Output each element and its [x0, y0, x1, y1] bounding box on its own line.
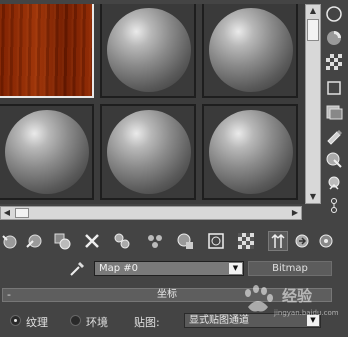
- material-sphere: [209, 110, 293, 194]
- environment-radio[interactable]: [70, 315, 81, 326]
- scroll-down-arrow-icon[interactable]: ▼: [307, 191, 319, 203]
- watermark-text: 经验: [282, 287, 313, 305]
- scrollbar-thumb[interactable]: [15, 208, 29, 218]
- reset-map-icon[interactable]: [82, 231, 102, 251]
- show-in-viewport-icon[interactable]: [206, 231, 226, 251]
- sample-slot-5[interactable]: [100, 104, 196, 200]
- go-to-parent-icon[interactable]: [268, 231, 288, 251]
- select-by-material-icon[interactable]: [324, 174, 344, 194]
- watermark: 经验 jingyan.baidu.com: [234, 281, 344, 321]
- material-sphere: [107, 8, 191, 92]
- material-sphere: [5, 110, 89, 194]
- backlight-icon[interactable]: [324, 28, 344, 48]
- material-id-channel-icon[interactable]: [175, 231, 195, 251]
- mapping-label: 贴图:: [134, 316, 160, 329]
- sample-slot-2[interactable]: [100, 4, 196, 98]
- sample-uv-tiling-icon[interactable]: [324, 78, 344, 98]
- options-icon[interactable]: [324, 150, 344, 170]
- put-to-library-icon[interactable]: [145, 231, 165, 251]
- make-unique-icon[interactable]: [112, 231, 132, 251]
- environment-radio-label: 环境: [86, 316, 108, 329]
- scroll-right-arrow-icon[interactable]: ▶: [289, 208, 301, 218]
- material-sphere: [209, 8, 293, 92]
- chevron-down-icon[interactable]: ▼: [229, 263, 242, 274]
- texture-radio-label: 纹理: [26, 316, 48, 329]
- material-editor-toolbar: [0, 229, 348, 255]
- show-end-result-icon[interactable]: [236, 231, 256, 251]
- scroll-up-arrow-icon[interactable]: ▲: [307, 5, 319, 17]
- map-type-button[interactable]: Bitmap: [248, 261, 332, 276]
- scrollbar-thumb[interactable]: [307, 19, 319, 41]
- sample-type-sphere-icon[interactable]: [324, 4, 344, 24]
- watermark-subtext: jingyan.baidu.com: [274, 309, 339, 317]
- background-checker-icon[interactable]: [324, 52, 344, 72]
- sample-slot-4[interactable]: [0, 104, 94, 200]
- texture-radio[interactable]: [10, 315, 21, 326]
- material-map-navigator-icon[interactable]: [324, 196, 344, 216]
- sample-slots-panel: [0, 4, 306, 204]
- navigator-icon[interactable]: [316, 231, 336, 251]
- map-name-value: Map #0: [99, 263, 139, 274]
- scroll-left-arrow-icon[interactable]: ◀: [1, 208, 13, 218]
- go-forward-to-sibling-icon[interactable]: [292, 231, 312, 251]
- sample-slot-6[interactable]: [202, 104, 298, 200]
- map-name-field[interactable]: Map #0 ▼: [94, 261, 244, 276]
- material-sphere: [107, 110, 191, 194]
- video-color-check-icon[interactable]: [324, 102, 344, 122]
- assign-to-selection-icon[interactable]: [52, 231, 72, 251]
- sample-slot-3[interactable]: [202, 4, 298, 98]
- eyedropper-icon[interactable]: [68, 260, 86, 278]
- make-preview-icon[interactable]: [324, 126, 344, 146]
- slots-horizontal-scrollbar[interactable]: ◀ ▶: [0, 206, 302, 220]
- wood-texture-preview: [0, 4, 92, 96]
- get-material-icon[interactable]: [0, 231, 20, 251]
- slots-vertical-scrollbar[interactable]: ▲ ▼: [305, 4, 321, 204]
- put-to-scene-icon[interactable]: [24, 231, 44, 251]
- sample-slot-1[interactable]: [0, 4, 94, 98]
- map-name-row: Map #0 ▼ Bitmap: [0, 258, 348, 278]
